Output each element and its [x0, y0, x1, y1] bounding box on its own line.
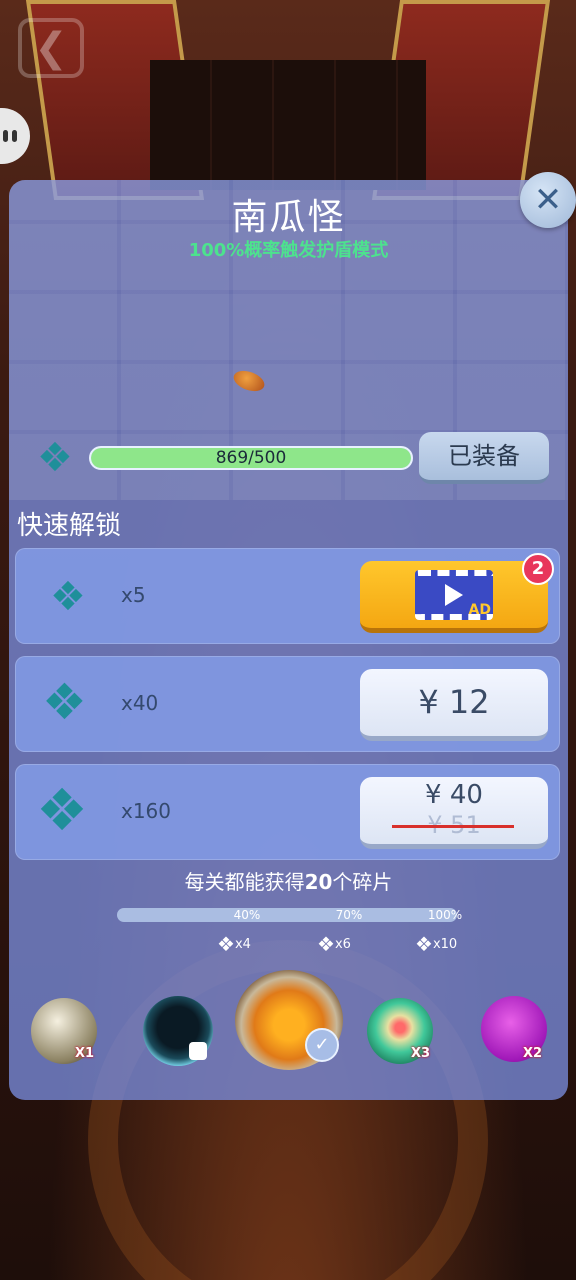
- watch-ad-button[interactable]: AD 2: [360, 553, 554, 633]
- milestone-reward[interactable]: ❖x10: [415, 932, 457, 956]
- reward-qty: x6: [334, 937, 351, 952]
- puzzle-pieces-icon: ❖: [42, 673, 87, 731]
- reward-qty: x4: [234, 937, 251, 952]
- back-arrow-icon[interactable]: ❮: [18, 18, 84, 78]
- milestone-percent: 70%: [335, 908, 363, 922]
- equipped-button[interactable]: 已装备: [419, 432, 549, 484]
- video-ad-icon: AD: [415, 569, 493, 620]
- lock-icon: [189, 1042, 207, 1060]
- offer-quantity: x5: [121, 583, 146, 607]
- strikethrough-line: [392, 825, 514, 828]
- puzzle-piece-icon: ❖: [217, 932, 235, 956]
- skin-ability-text: 100%概率触发护盾模式: [188, 240, 389, 261]
- milestone-reward[interactable]: ❖x4: [217, 932, 251, 956]
- fragment-progress-text: 869/500: [215, 448, 287, 468]
- ad-count-badge: 2: [522, 553, 554, 585]
- tip-count: 20: [304, 870, 333, 894]
- original-price-label: ¥ 51: [360, 811, 548, 839]
- milestone-track: 40% 70% 100% ❖x4 ❖x6 ❖x10: [117, 902, 462, 962]
- buy-40-button[interactable]: ¥ 12: [360, 669, 548, 741]
- puzzle-pile-icon: ❖: [36, 776, 88, 844]
- puzzle-piece-icon: ❖: [317, 932, 335, 956]
- close-icon[interactable]: ✕: [520, 172, 576, 228]
- milestone-bar: [117, 908, 457, 922]
- offer-row-ad: ❖ x5 AD 2: [15, 548, 560, 644]
- offer-quantity: x40: [121, 691, 159, 715]
- price-label: ¥ 40: [425, 780, 483, 810]
- tip-suffix: 个碎片: [332, 870, 393, 894]
- fragment-tip: 每关都能获得20个碎片: [9, 866, 568, 895]
- tip-prefix: 每关都能获得: [184, 870, 305, 894]
- puzzle-piece-icon: ❖: [37, 435, 73, 481]
- puzzle-piece-icon: ❖: [415, 932, 433, 956]
- skin-title: 南瓜怪: [231, 197, 346, 238]
- milestone-percent: 100%: [427, 908, 463, 922]
- offer-row-160: ❖ x160 ¥ 40 ¥ 51: [15, 764, 560, 860]
- milestone-percent: 40%: [233, 908, 261, 922]
- skin-count-tag: X2: [523, 1046, 543, 1061]
- play-icon: [445, 583, 463, 606]
- skin-detail-panel: 南瓜怪 100%概率触发护盾模式 ❖ 869/500 已装备 快速解锁 ❖ x5…: [9, 180, 568, 1100]
- selected-check-icon: ✓: [305, 1028, 339, 1062]
- reward-qty: x10: [432, 937, 458, 952]
- buy-160-button[interactable]: ¥ 40 ¥ 51: [360, 777, 548, 849]
- puzzle-piece-icon: ❖: [50, 574, 86, 620]
- character-carousel: X1 ✓ X3 X2: [9, 960, 568, 1090]
- quick-unlock-title: 快速解锁: [17, 511, 122, 541]
- offer-quantity: x160: [121, 799, 172, 823]
- skin-count-tag: X3: [411, 1046, 431, 1061]
- background-floor: [150, 60, 426, 190]
- skin-count-tag: X1: [75, 1046, 95, 1061]
- milestone-reward[interactable]: ❖x6: [317, 932, 351, 956]
- price-label: ¥ 12: [418, 683, 490, 721]
- ad-label: AD: [468, 601, 491, 618]
- offer-row-40: ❖ x40 ¥ 12: [15, 656, 560, 752]
